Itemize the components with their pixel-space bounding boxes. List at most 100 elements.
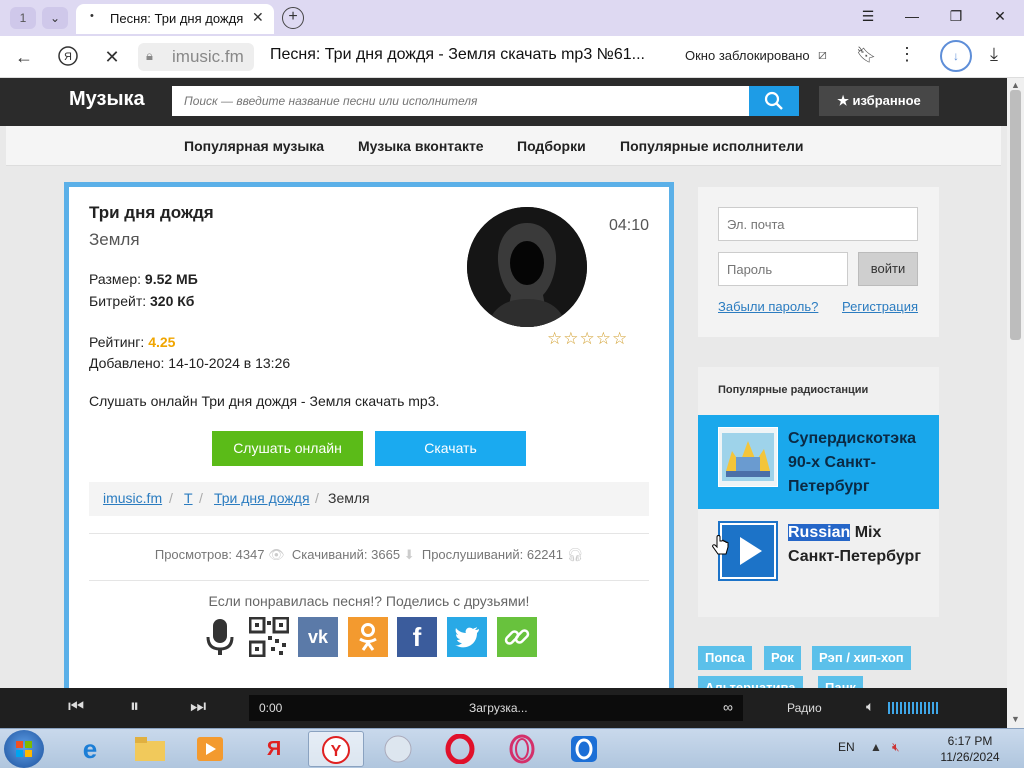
song-cover-image bbox=[467, 207, 587, 327]
player-progress-bar[interactable]: 0:00 Загрузка... ∞ bbox=[249, 695, 743, 721]
language-indicator[interactable]: EN bbox=[838, 740, 855, 754]
url-domain-box[interactable]: 🔒︎ imusic.fm bbox=[138, 43, 254, 71]
download-icon[interactable]: ⤓ bbox=[990, 44, 998, 65]
song-stats: Просмотров: 4347 👁︎ Скачиваний: 3665 ⬇︎ … bbox=[89, 547, 649, 563]
menu-icon[interactable]: ☰ bbox=[858, 8, 878, 25]
start-button[interactable] bbox=[4, 730, 44, 768]
tab-counter-button[interactable]: 1 bbox=[10, 7, 36, 29]
breadcrumb-song[interactable]: Три дня дождя bbox=[214, 490, 310, 506]
star-icon[interactable]: ☆ bbox=[547, 329, 563, 348]
link-share-button[interactable] bbox=[497, 617, 537, 657]
clock-time: 6:17 PM bbox=[947, 734, 993, 748]
tray-arrow-icon[interactable]: ▲ bbox=[870, 740, 882, 754]
rating-stars[interactable]: ☆☆☆☆☆ bbox=[547, 329, 628, 349]
breadcrumb-home[interactable]: imusic.fm bbox=[103, 490, 162, 506]
star-icon[interactable]: ☆ bbox=[596, 329, 612, 348]
nav-popular-artists[interactable]: Популярные исполнители bbox=[620, 138, 804, 154]
yandex-browser-icon[interactable]: Я bbox=[246, 731, 302, 767]
register-link[interactable]: Регистрация bbox=[842, 299, 918, 314]
star-icon[interactable]: ☆ bbox=[563, 329, 579, 348]
email-field[interactable] bbox=[718, 207, 918, 241]
close-window-button[interactable]: ✕ bbox=[990, 8, 1010, 25]
forgot-password-link[interactable]: Забыли пароль? bbox=[718, 299, 818, 314]
file-explorer-icon[interactable] bbox=[122, 731, 178, 767]
scroll-down-arrow-icon[interactable]: ▼ bbox=[1011, 714, 1020, 724]
facebook-share-button[interactable]: f bbox=[397, 617, 437, 657]
volume-icon[interactable]: 🔈︎ bbox=[866, 698, 874, 715]
address-page-title[interactable]: Песня: Три дня дождя - Земля скачать mp3… bbox=[270, 46, 645, 64]
more-options-icon[interactable]: ⋮ bbox=[898, 44, 916, 65]
scroll-up-arrow-icon[interactable]: ▲ bbox=[1011, 80, 1020, 90]
nav-collections[interactable]: Подборки bbox=[517, 138, 586, 154]
bitrate-value: 320 Кб bbox=[150, 293, 195, 309]
opera-neon-icon[interactable] bbox=[556, 731, 612, 767]
volume-muted-icon[interactable]: 🔇︎ bbox=[892, 740, 900, 755]
nav-vk-music[interactable]: Музыка вконтакте bbox=[358, 138, 484, 154]
odnoklassniki-share-button[interactable] bbox=[348, 617, 388, 657]
minimize-button[interactable]: — bbox=[902, 8, 922, 24]
radio-station-item[interactable]: Супердискотэка 90-х Санкт-Петербург bbox=[698, 415, 939, 509]
tag-rock[interactable]: Рок bbox=[764, 646, 801, 670]
password-field[interactable] bbox=[718, 252, 848, 286]
new-tab-button[interactable]: + bbox=[282, 7, 304, 29]
media-player-icon[interactable] bbox=[182, 731, 238, 767]
radio-station-name[interactable]: Russian Mix Санкт-Петербург bbox=[788, 521, 928, 569]
favorites-button[interactable]: ★ избранное bbox=[819, 86, 939, 116]
radio-station-item[interactable]: Russian Mix Санкт-Петербург bbox=[698, 509, 939, 603]
restore-button[interactable]: ❐ bbox=[946, 8, 966, 25]
player-radio-button[interactable]: Радио bbox=[787, 701, 822, 715]
nav-popular-music[interactable]: Популярная музыка bbox=[184, 138, 324, 154]
opera-gx-icon[interactable] bbox=[494, 731, 550, 767]
opera-icon[interactable] bbox=[432, 731, 488, 767]
search-button[interactable] bbox=[749, 86, 799, 116]
stop-loading-icon[interactable]: ✕ bbox=[100, 45, 124, 69]
radio-station-name[interactable]: Супердискотэка 90-х Санкт-Петербург bbox=[788, 427, 928, 499]
popup-blocked-icon[interactable]: ⧄ bbox=[818, 46, 827, 63]
site-logo[interactable]: Музыка bbox=[69, 88, 145, 111]
extension-icon[interactable]: ↓ bbox=[940, 40, 972, 72]
browser-tab[interactable]: • Песня: Три дня дождя ✕ bbox=[76, 4, 274, 34]
svg-text:Y: Y bbox=[331, 743, 342, 760]
audio-player: ⏮︎ ⏸︎ ⏭︎ 0:00 Загрузка... ∞ Радио 🔈︎ bbox=[0, 688, 1007, 728]
tab-list-button[interactable]: ⌄ bbox=[42, 7, 68, 29]
site-header: Музыка ★ избранное bbox=[0, 78, 1007, 126]
download-button[interactable]: Скачать bbox=[375, 431, 526, 466]
system-clock[interactable]: 6:17 PM 11/26/2024 bbox=[930, 733, 1010, 765]
internet-explorer-icon[interactable]: e bbox=[62, 731, 118, 767]
bookmark-icon[interactable]: 🔖︎ bbox=[856, 45, 876, 65]
yandex-icon[interactable]: Я bbox=[56, 45, 80, 69]
app-orb-icon[interactable] bbox=[370, 731, 426, 767]
size-value: 9.52 МБ bbox=[144, 271, 198, 287]
back-arrow-icon[interactable]: ← bbox=[12, 45, 36, 69]
close-tab-icon[interactable]: ✕ bbox=[252, 9, 264, 26]
next-track-icon[interactable]: ⏭︎ bbox=[190, 696, 206, 717]
divider bbox=[89, 580, 649, 581]
tag-pop[interactable]: Попса bbox=[698, 646, 752, 670]
listen-online-button[interactable]: Слушать онлайн bbox=[212, 431, 363, 466]
scroll-thumb[interactable] bbox=[1010, 90, 1021, 340]
star-icon[interactable]: ☆ bbox=[612, 329, 628, 348]
breadcrumb-letter[interactable]: Т bbox=[184, 490, 193, 506]
twitter-share-button[interactable] bbox=[447, 617, 487, 657]
lock-icon: 🔒︎ bbox=[146, 48, 153, 63]
song-duration: 04:10 bbox=[609, 217, 650, 234]
pause-icon[interactable]: ⏸︎ bbox=[130, 696, 139, 717]
popup-blocked-notice[interactable]: Окно заблокировано bbox=[685, 48, 810, 63]
vk-share-button[interactable]: vk bbox=[298, 617, 338, 657]
previous-track-icon[interactable]: ⏮︎ bbox=[68, 696, 84, 717]
yandex-browser-active-icon[interactable]: Y bbox=[308, 731, 364, 767]
star-icon[interactable]: ☆ bbox=[580, 329, 596, 348]
qr-code-icon[interactable] bbox=[248, 616, 290, 658]
login-button[interactable]: войти bbox=[858, 252, 918, 286]
tag-rap[interactable]: Рэп / хип-хоп bbox=[812, 646, 911, 670]
browser-titlebar: 1 ⌄ • Песня: Три дня дождя ✕ + ☰ — ❐ ✕ bbox=[0, 0, 1024, 36]
page-scrollbar[interactable]: ▲ ▼ bbox=[1007, 78, 1024, 728]
song-artist[interactable]: Земля bbox=[89, 230, 140, 250]
size-line: Размер: 9.52 МБ bbox=[89, 271, 198, 287]
volume-slider[interactable] bbox=[888, 702, 940, 714]
windows-taskbar: e Я Y EN ▲ 🔇︎ 6:17 PM 11/26/2024 bbox=[0, 728, 1024, 768]
microphone-icon[interactable] bbox=[200, 617, 240, 657]
search-input[interactable] bbox=[172, 86, 749, 116]
favorites-label: избранное bbox=[852, 93, 921, 108]
song-card: Три дня дождя Земля 04:10 Размер: 9.52 М… bbox=[64, 182, 674, 702]
